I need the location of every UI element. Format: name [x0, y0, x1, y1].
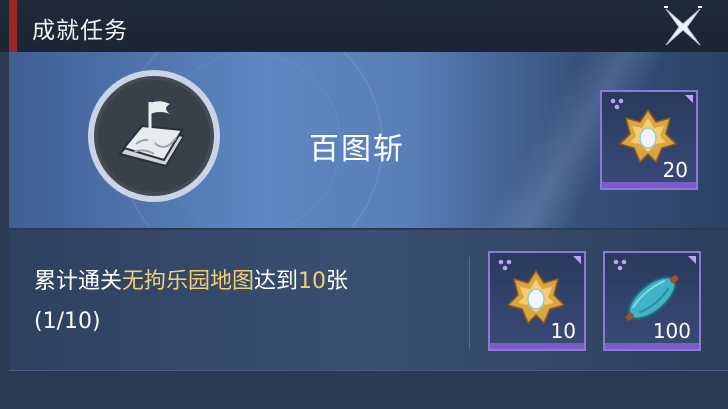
- reward-card-gold-crest[interactable]: 10: [488, 251, 586, 351]
- task-description: 累计通关无拘乐园地图达到10张: [34, 268, 348, 296]
- reward-count: 10: [550, 319, 576, 343]
- card-corner: [688, 256, 696, 264]
- desc-highlight: 无拘乐园地图: [122, 269, 255, 294]
- vertical-divider: [469, 257, 470, 349]
- header-accent: [9, 0, 17, 52]
- footer-area: [0, 371, 728, 409]
- flag-map-icon: [84, 66, 224, 206]
- desc-number: 10: [298, 269, 327, 294]
- desc-mid: 达到: [254, 269, 299, 294]
- desc-prefix: 累计通关: [34, 269, 123, 294]
- reward-count: 20: [662, 158, 688, 182]
- reward-card-gold-crest[interactable]: 20: [600, 90, 698, 190]
- header-bar: 成就任务: [0, 0, 728, 52]
- reward-count: 100: [652, 319, 691, 343]
- page-title: 成就任务: [32, 18, 128, 44]
- task-progress: (1/10): [34, 309, 101, 334]
- achievement-name: 百图斩: [309, 132, 405, 167]
- desc-suffix: 张: [326, 269, 349, 294]
- achievement-panel: 百图斩 20: [9, 52, 728, 228]
- card-corner: [573, 256, 581, 264]
- reward-card-teal-scroll[interactable]: 100: [603, 251, 701, 351]
- close-icon[interactable]: [660, 4, 706, 50]
- card-corner: [685, 95, 693, 103]
